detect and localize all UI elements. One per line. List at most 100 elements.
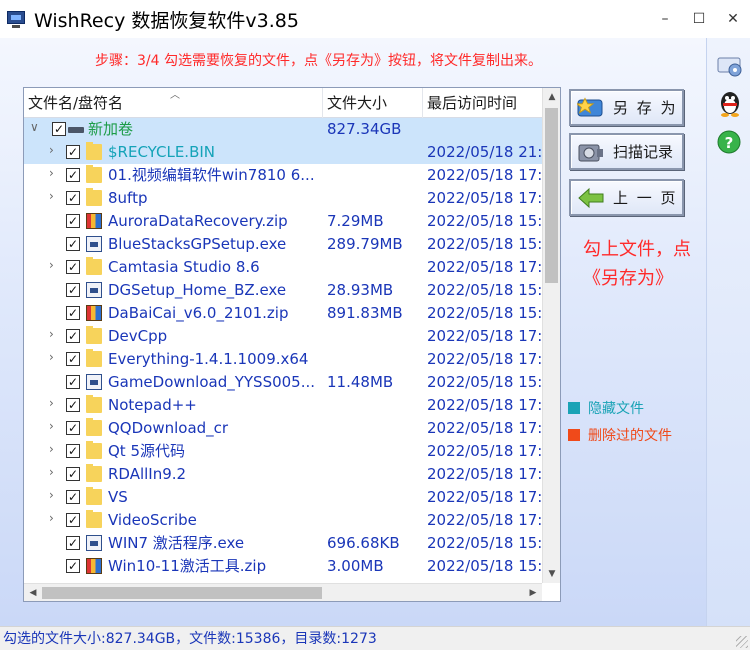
table-row[interactable]: › ✓ VS 2022/05/18 17:0 bbox=[24, 486, 542, 509]
row-date: 2022/05/18 17:0 bbox=[427, 350, 542, 368]
row-size bbox=[327, 509, 425, 532]
expand-chevron-icon[interactable]: › bbox=[49, 396, 61, 410]
scroll-down-icon[interactable]: ▼ bbox=[543, 565, 560, 583]
drive-row[interactable]: ∨ ✓ 新加卷 827.34GB bbox=[24, 118, 542, 141]
exe-icon bbox=[86, 282, 102, 298]
table-row[interactable]: ✓ BlueStacksGPSetup.exe 289.79MB 2022/05/18… bbox=[24, 233, 542, 256]
help-icon[interactable]: ? bbox=[715, 128, 745, 158]
table-row[interactable]: › ✓ Camtasia Studio 8.6 2022/05/18 17:0 bbox=[24, 256, 542, 279]
table-row[interactable]: ✓ DaBaiCai_v6.0_2101.zip 891.83MB 2022/05/1… bbox=[24, 302, 542, 325]
row-checkbox[interactable]: ✓ bbox=[66, 191, 80, 205]
expand-chevron-icon[interactable]: › bbox=[49, 465, 61, 479]
table-row[interactable]: › ✓ DevCpp 2022/05/18 17:0 bbox=[24, 325, 542, 348]
row-size bbox=[327, 463, 425, 486]
row-name: Notepad++ bbox=[108, 396, 197, 414]
scroll-up-icon[interactable]: ▲ bbox=[543, 88, 560, 106]
expand-chevron-icon[interactable]: › bbox=[49, 258, 61, 272]
settings-computer-icon[interactable] bbox=[715, 50, 745, 80]
vertical-scrollbar[interactable]: ▲ ▼ bbox=[542, 88, 560, 583]
expand-chevron-icon[interactable]: › bbox=[49, 442, 61, 456]
row-size: 11.48MB bbox=[327, 373, 394, 391]
row-size: 289.79MB bbox=[327, 235, 403, 253]
row-checkbox[interactable]: ✓ bbox=[66, 559, 80, 573]
file-list[interactable]: 文件名/盘符名 ︿ 文件大小 最后访问时间 ∨ ✓ 新加卷 827.34GB › ✓ $RE… bbox=[23, 87, 561, 602]
back-arrow-icon bbox=[578, 187, 604, 208]
row-name: QQDownload_cr bbox=[108, 419, 229, 437]
row-name: BlueStacksGPSetup.exe bbox=[108, 235, 287, 253]
row-checkbox[interactable]: ✓ bbox=[66, 536, 80, 550]
table-row[interactable]: ✓ AuroraDataRecovery.zip 7.29MB 2022/05/18 … bbox=[24, 210, 542, 233]
expand-chevron-icon[interactable]: › bbox=[49, 488, 61, 502]
scroll-right-icon[interactable]: ▶ bbox=[524, 584, 542, 601]
table-row[interactable]: › ✓ 8uftp 2022/05/18 17:0 bbox=[24, 187, 542, 210]
horizontal-scrollbar[interactable]: ◀ ▶ bbox=[24, 583, 542, 601]
table-row[interactable]: › ✓ Notepad++ 2022/05/18 17:0 bbox=[24, 394, 542, 417]
table-row[interactable]: ✓ DGSetup_Home_BZ.exe 28.93MB 2022/05/18 15… bbox=[24, 279, 542, 302]
row-checkbox[interactable]: ✓ bbox=[66, 168, 80, 182]
row-checkbox[interactable]: ✓ bbox=[66, 490, 80, 504]
resize-grip-icon[interactable] bbox=[736, 636, 748, 648]
expand-chevron-icon[interactable]: › bbox=[49, 143, 61, 157]
row-size bbox=[327, 256, 425, 279]
table-row[interactable]: › ✓ RDAllIn9.2 2022/05/18 17:0 bbox=[24, 463, 542, 486]
qq-penguin-icon[interactable] bbox=[715, 88, 745, 118]
sort-arrow-icon: ︿ bbox=[170, 90, 180, 101]
column-header-size[interactable]: 文件大小 bbox=[323, 88, 423, 118]
row-checkbox[interactable]: ✓ bbox=[66, 329, 80, 343]
row-checkbox[interactable]: ✓ bbox=[66, 444, 80, 458]
table-row[interactable]: › ✓ Everything-1.4.1.1009.x64 2022/05/18 17… bbox=[24, 348, 542, 371]
legend-deleted-label: 删除过的文件 bbox=[588, 428, 672, 444]
row-size bbox=[327, 325, 425, 348]
row-name: WIN7 激活程序.exe bbox=[108, 534, 245, 552]
table-row[interactable]: › ✓ QQDownload_cr 2022/05/18 17:0 bbox=[24, 417, 542, 440]
close-button[interactable]: ✕ bbox=[716, 0, 750, 38]
expand-chevron-icon[interactable]: › bbox=[49, 189, 61, 203]
row-date: 2022/05/18 17:0 bbox=[427, 488, 542, 506]
previous-page-label: 上 一 页 bbox=[613, 189, 678, 207]
row-checkbox[interactable]: ✓ bbox=[66, 352, 80, 366]
row-checkbox[interactable]: ✓ bbox=[66, 513, 80, 527]
vertical-scroll-thumb[interactable] bbox=[545, 108, 558, 283]
row-checkbox[interactable]: ✓ bbox=[66, 283, 80, 297]
expand-chevron-icon[interactable]: ∨ bbox=[30, 120, 42, 134]
save-as-button[interactable]: 另 存 为 bbox=[569, 89, 684, 126]
horizontal-scroll-thumb[interactable] bbox=[42, 587, 322, 599]
deleted-files-swatch bbox=[568, 429, 580, 441]
maximize-button[interactable]: ☐ bbox=[682, 0, 716, 38]
row-checkbox[interactable]: ✓ bbox=[66, 145, 80, 159]
row-size bbox=[327, 417, 425, 440]
table-row[interactable]: › ✓ $RECYCLE.BIN 2022/05/18 21:2 bbox=[24, 141, 542, 164]
table-row[interactable]: ✓ Win10-11激活工具.zip 3.00MB 2022/05/18 15:0 bbox=[24, 555, 542, 578]
row-checkbox[interactable]: ✓ bbox=[52, 122, 66, 136]
table-row[interactable]: ✓ WIN7 激活程序.exe 696.68KB 2022/05/18 15:0 bbox=[24, 532, 542, 555]
save-as-label: 另 存 为 bbox=[613, 99, 678, 117]
minimize-button[interactable]: – bbox=[648, 0, 682, 38]
previous-page-button[interactable]: 上 一 页 bbox=[569, 179, 684, 216]
scroll-left-icon[interactable]: ◀ bbox=[24, 584, 42, 601]
expand-chevron-icon[interactable]: › bbox=[49, 166, 61, 180]
row-checkbox[interactable]: ✓ bbox=[66, 237, 80, 251]
expand-chevron-icon[interactable]: › bbox=[49, 419, 61, 433]
folder-icon bbox=[86, 326, 102, 344]
row-size bbox=[327, 141, 425, 164]
scan-log-button[interactable]: 扫描记录 bbox=[569, 133, 684, 170]
table-row[interactable]: › ✓ Qt 5源代码 2022/05/18 17:0 bbox=[24, 440, 542, 463]
row-checkbox[interactable]: ✓ bbox=[66, 214, 80, 228]
row-size bbox=[327, 394, 425, 417]
row-checkbox[interactable]: ✓ bbox=[66, 306, 80, 320]
table-row[interactable]: › ✓ VideoScribe 2022/05/18 17:0 bbox=[24, 509, 542, 532]
expand-chevron-icon[interactable]: › bbox=[49, 511, 61, 525]
table-row[interactable]: › ✓ 01.视频编辑软件win7810 6... 2022/05/18 17:0 bbox=[24, 164, 542, 187]
folder-icon bbox=[86, 418, 102, 436]
row-checkbox[interactable]: ✓ bbox=[66, 421, 80, 435]
row-checkbox[interactable]: ✓ bbox=[66, 398, 80, 412]
save-as-icon bbox=[577, 96, 603, 116]
expand-chevron-icon[interactable]: › bbox=[49, 327, 61, 341]
expand-chevron-icon[interactable]: › bbox=[49, 350, 61, 364]
row-checkbox[interactable]: ✓ bbox=[66, 467, 80, 481]
column-header-date[interactable]: 最后访问时间 bbox=[423, 88, 542, 118]
table-row[interactable]: ✓ GameDownload_YYSS005... 11.48MB 2022/05/1… bbox=[24, 371, 542, 394]
row-checkbox[interactable]: ✓ bbox=[66, 375, 80, 389]
row-checkbox[interactable]: ✓ bbox=[66, 260, 80, 274]
svg-text:?: ? bbox=[725, 134, 734, 152]
